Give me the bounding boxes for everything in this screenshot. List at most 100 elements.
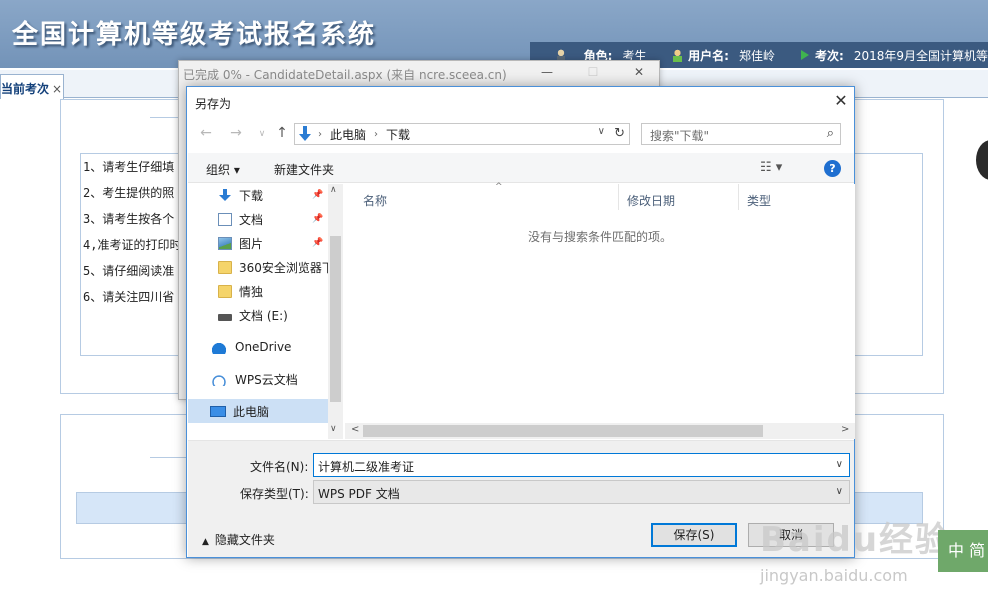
scroll-down-icon[interactable]: ∨: [330, 424, 337, 434]
folder-icon: [218, 284, 232, 298]
user-icon: [672, 48, 683, 62]
nav-item-label: OneDrive: [235, 340, 292, 354]
tab-current-exam[interactable]: 当前考次 ×: [0, 74, 64, 99]
breadcrumb-downloads[interactable]: 下载: [386, 126, 410, 143]
filename-input[interactable]: 计算机二级准考证 ∨: [313, 453, 850, 477]
floating-round-button[interactable]: [976, 140, 988, 180]
pin-icon: 📌: [312, 214, 324, 224]
exam-label: 考次:: [815, 48, 844, 63]
divider: [150, 457, 190, 458]
nav-item-wps-cloud[interactable]: WPS云文档: [210, 368, 343, 390]
close-icon[interactable]: ✕: [629, 65, 649, 79]
search-placeholder: 搜索"下载": [650, 129, 710, 143]
file-list-pane: 名称 ^ 修改日期 类型 没有与搜索条件匹配的项。: [345, 182, 855, 439]
wps-cloud-icon: [210, 372, 228, 386]
download-icon: [298, 126, 312, 142]
scroll-left-icon[interactable]: <: [351, 424, 359, 435]
dialog-close-icon[interactable]: ✕: [831, 91, 851, 110]
search-input[interactable]: 搜索"下载" ⌕: [641, 123, 841, 145]
nav-item-drive-e[interactable]: 文档 (E:): [218, 304, 343, 326]
dialog-title: 另存为: [195, 97, 232, 111]
minimize-icon[interactable]: —: [537, 65, 557, 79]
user-label: 用户名:: [688, 48, 729, 63]
refresh-icon[interactable]: ↻: [614, 126, 625, 141]
maximize-icon: ☐: [587, 65, 599, 79]
nav-item-360-folder[interactable]: 360安全浏览器下: [218, 256, 328, 278]
scrollbar-thumb[interactable]: [330, 236, 341, 402]
save-as-dialog: 另存为 ✕ ← → ∨ ↑ › 此电脑 › 下载 ∨ ↻ 搜索"下载" ⌕ 组织…: [186, 86, 855, 558]
column-header-date[interactable]: 修改日期: [619, 184, 739, 210]
empty-results-message: 没有与搜索条件匹配的项。: [527, 230, 672, 244]
pin-icon: 📌: [312, 238, 324, 248]
scrollbar-thumb[interactable]: [363, 425, 763, 437]
view-options-icon[interactable]: ☷ ▾: [760, 160, 782, 175]
computer-icon: [210, 405, 226, 417]
filename-label: 文件名(N):: [250, 460, 309, 474]
column-name-label: 名称: [363, 194, 388, 208]
document-icon: [218, 212, 232, 226]
help-icon[interactable]: ?: [824, 160, 841, 177]
dialog-footer: 文件名(N): 计算机二级准考证 ∨ 保存类型(T): WPS PDF 文档 ∨…: [188, 440, 854, 557]
folder-icon: [218, 260, 232, 274]
navigation-pane: 下载 📌 文档 📌 图片 📌 360安全浏览器下 情独 文档 (E:) OneD…: [188, 184, 343, 439]
exam-arrow-icon: [801, 50, 809, 60]
column-header-name[interactable]: 名称 ^: [355, 182, 619, 210]
onedrive-icon: [210, 340, 228, 354]
up-arrow-icon[interactable]: ↑: [273, 125, 291, 141]
nav-item-label: 图片: [239, 236, 264, 251]
nav-item-label: 情独: [239, 284, 264, 299]
nav-item-pictures[interactable]: 图片 📌: [218, 232, 343, 254]
nav-item-label: 此电脑: [233, 404, 270, 419]
nav-pane-scrollbar[interactable]: ∧ ∨: [328, 184, 343, 439]
nav-item-label: 下载: [239, 188, 264, 203]
forward-arrow-icon[interactable]: →: [227, 125, 245, 141]
column-header-type[interactable]: 类型: [739, 184, 855, 210]
organize-button[interactable]: 组织 ▾: [206, 161, 240, 178]
tab-close-icon[interactable]: ×: [52, 82, 62, 96]
new-folder-button[interactable]: 新建文件夹: [274, 161, 334, 178]
breadcrumb-this-pc[interactable]: 此电脑: [330, 126, 366, 143]
dialog-toolbar: 组织 ▾ 新建文件夹 ☷ ▾ ?: [188, 153, 854, 183]
filename-value: 计算机二级准考证: [318, 460, 415, 474]
breadcrumb-separator: ›: [318, 128, 322, 140]
sort-caret-icon: ^: [495, 182, 503, 192]
download-icon: [218, 188, 232, 202]
nav-item-downloads[interactable]: 下载 📌: [218, 184, 343, 206]
exam-value: 2018年9月全国计算机等: [853, 48, 988, 63]
filetype-value: WPS PDF 文档: [318, 487, 400, 501]
back-arrow-icon[interactable]: ←: [197, 125, 215, 141]
nav-item-label: 文档 (E:): [239, 308, 288, 323]
progress-window-title: 已完成 0% - CandidateDetail.aspx (来自 ncre.s…: [183, 68, 507, 82]
baidu-watermark: Baidu经验: [760, 520, 952, 560]
file-list-horizontal-scrollbar[interactable]: < >: [345, 423, 855, 439]
nav-item-label: WPS云文档: [235, 372, 298, 387]
filetype-chevron-down-icon[interactable]: ∨: [836, 486, 843, 497]
recent-locations-chevron-icon[interactable]: ∨: [253, 129, 271, 139]
user-value: 郑佳岭: [738, 48, 775, 63]
scroll-up-icon[interactable]: ∧: [330, 185, 337, 195]
nav-item-this-pc[interactable]: 此电脑: [188, 399, 328, 423]
address-chevron-down-icon[interactable]: ∨: [598, 126, 605, 137]
nav-item-folder[interactable]: 情独: [218, 280, 343, 302]
nav-item-documents[interactable]: 文档 📌: [218, 208, 343, 230]
tab-label: 当前考次: [1, 82, 50, 96]
filename-chevron-down-icon[interactable]: ∨: [836, 459, 843, 470]
site-title: 全国计算机等级考试报名系统: [12, 20, 377, 50]
chevron-up-icon: ▲: [202, 537, 209, 547]
pin-icon: 📌: [312, 190, 324, 200]
search-icon[interactable]: ⌕: [827, 126, 834, 141]
filetype-select[interactable]: WPS PDF 文档 ∨: [313, 480, 850, 504]
filetype-label: 保存类型(T):: [240, 487, 309, 501]
hide-folders-toggle[interactable]: ▲ 隐藏文件夹: [202, 531, 275, 548]
nav-item-label: 文档: [239, 212, 264, 227]
scroll-right-icon[interactable]: >: [841, 424, 849, 435]
save-button[interactable]: 保存(S): [651, 523, 737, 547]
drive-icon: [218, 313, 232, 321]
nav-item-label: 360安全浏览器下: [239, 260, 328, 275]
language-toggle[interactable]: 中 简: [938, 530, 988, 572]
address-bar[interactable]: › 此电脑 › 下载 ∨ ↻: [294, 123, 630, 145]
hide-folders-label: 隐藏文件夹: [214, 533, 275, 547]
nav-item-onedrive[interactable]: OneDrive: [210, 336, 343, 358]
watermark-url: jingyan.baidu.com: [760, 566, 908, 585]
picture-icon: [218, 236, 232, 250]
